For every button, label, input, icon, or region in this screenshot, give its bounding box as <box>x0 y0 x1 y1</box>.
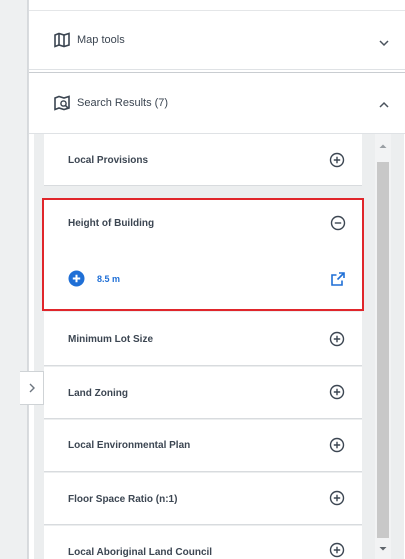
result-row-floor-space-ratio[interactable]: Floor Space Ratio (n:1) <box>44 473 362 525</box>
result-label: Local Aboriginal Land Council <box>68 547 213 558</box>
result-label: Local Provisions <box>68 155 149 166</box>
expand-plus-icon[interactable] <box>329 490 345 506</box>
panel-collapse-tab[interactable] <box>20 371 44 405</box>
result-label: Floor Space Ratio (n:1) <box>68 494 178 505</box>
result-label: Height of Building <box>68 218 155 229</box>
scroll-up-arrow-icon[interactable] <box>375 140 391 152</box>
chevron-up-icon[interactable] <box>376 97 392 113</box>
chevron-down-icon[interactable] <box>376 35 392 51</box>
collapse-minus-icon[interactable] <box>330 215 346 231</box>
expand-plus-icon[interactable] <box>329 437 345 453</box>
expand-plus-icon[interactable] <box>329 152 345 168</box>
map-tools-title: Map tools <box>77 34 125 46</box>
expand-plus-icon[interactable] <box>329 542 345 558</box>
app-frame: Map tools Search Results (7) Local Provi… <box>0 0 405 559</box>
result-label: Local Environmental Plan <box>68 440 191 451</box>
result-label: Minimum Lot Size <box>68 334 153 345</box>
map-area[interactable] <box>0 0 28 559</box>
result-row-minimum-lot-size[interactable]: Minimum Lot Size <box>44 312 362 366</box>
expand-plus-icon[interactable] <box>329 331 345 347</box>
side-panel: Map tools Search Results (7) Local Provi… <box>28 0 405 559</box>
result-row-height-of-building[interactable]: Height of Building 8.5 m <box>42 198 364 311</box>
result-row-land-zoning[interactable]: Land Zoning <box>44 367 362 419</box>
height-value: 8.5 m <box>97 273 121 284</box>
map-tools-header[interactable]: Map tools <box>29 10 405 70</box>
value-row: 8.5 m <box>68 270 120 287</box>
results-list: Local Provisions Height of Building 8.5 … <box>34 134 404 559</box>
open-external-icon[interactable] <box>330 271 346 287</box>
add-circle-filled-icon[interactable] <box>68 270 85 287</box>
search-results-title: Search Results (7) <box>77 97 169 109</box>
results-scrollbar[interactable] <box>375 134 391 559</box>
chevron-right-icon <box>29 383 35 393</box>
scroll-thumb[interactable] <box>377 162 389 538</box>
search-results-icon <box>54 95 70 111</box>
map-icon <box>54 32 70 48</box>
result-row-local-provisions[interactable]: Local Provisions <box>44 134 362 186</box>
result-label: Land Zoning <box>68 388 128 399</box>
expand-plus-icon[interactable] <box>329 384 345 400</box>
result-row-local-aboriginal-land-council[interactable]: Local Aboriginal Land Council <box>44 526 362 559</box>
scroll-down-arrow-icon[interactable] <box>375 543 391 555</box>
search-results-header[interactable]: Search Results (7) <box>29 72 405 134</box>
result-row-local-environmental-plan[interactable]: Local Environmental Plan <box>44 420 362 472</box>
